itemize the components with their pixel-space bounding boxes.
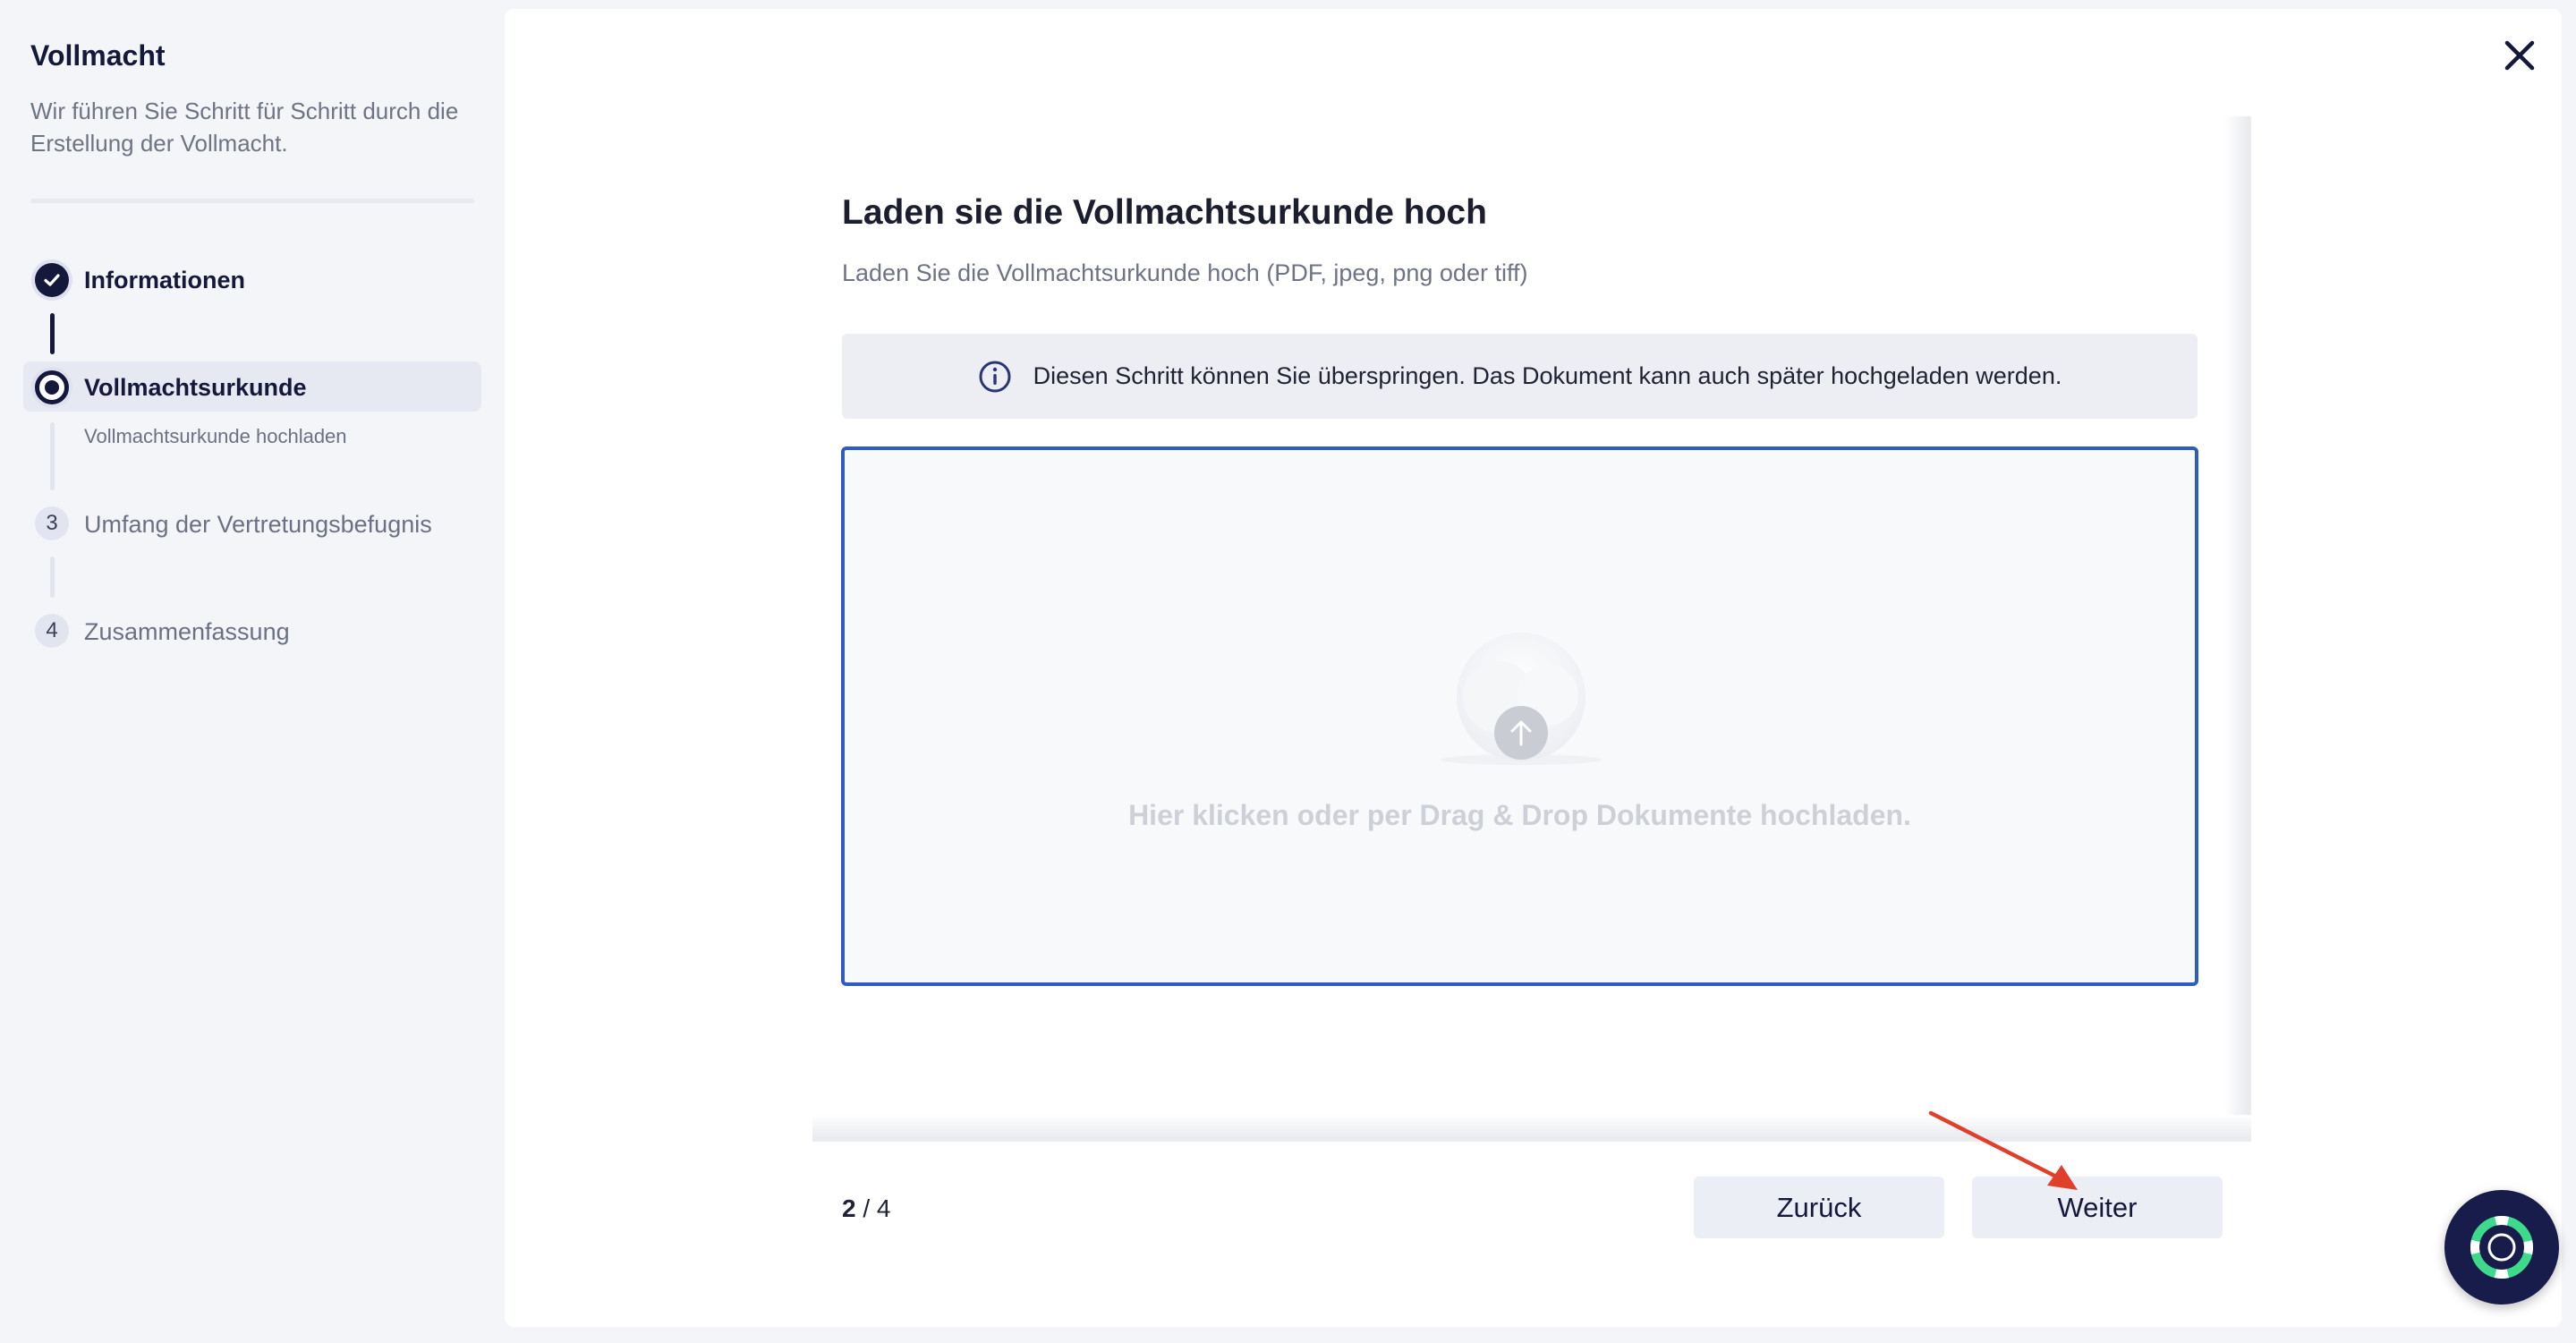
- dropzone-text: Hier klicken oder per Drag & Drop Dokume…: [1128, 799, 1911, 831]
- back-button[interactable]: Zurück: [1694, 1177, 1944, 1238]
- step-done-check-icon: [35, 263, 69, 297]
- step-connector: [50, 422, 55, 490]
- step-current-indicator-icon: [35, 370, 69, 404]
- step-number-badge: 3: [35, 506, 69, 540]
- sidebar-subtitle: Wir führen Sie Schritt für Schritt durch…: [30, 98, 459, 157]
- info-icon: [979, 361, 1011, 392]
- step-connector: [50, 557, 55, 598]
- sidebar-step-umfang[interactable]: Umfang der Vertretungsbefugnis: [84, 511, 432, 539]
- sidebar-title: Vollmacht: [30, 39, 166, 72]
- close-button[interactable]: [2496, 32, 2543, 79]
- cloud-upload-icon: [1441, 633, 1602, 765]
- step-connector: [50, 313, 55, 354]
- page-subtitle: Laden Sie die Vollmachtsurkunde hoch (PD…: [842, 259, 1528, 286]
- info-notice: Diesen Schritt können Sie überspringen. …: [842, 334, 2198, 419]
- annotation-arrow-icon: [1928, 1110, 2078, 1190]
- sidebar-divider: [30, 199, 474, 203]
- step-number-badge: 4: [35, 614, 69, 648]
- pager-total: 4: [876, 1194, 891, 1222]
- sidebar-step-informationen[interactable]: Informationen: [84, 267, 245, 294]
- lifebuoy-icon: [2470, 1216, 2533, 1279]
- file-dropzone[interactable]: Hier klicken oder per Drag & Drop Dokume…: [841, 446, 2198, 986]
- pager-current: 2: [842, 1194, 856, 1222]
- card-edge: [2224, 116, 2251, 1141]
- sidebar-step-vollmachtsurkunde[interactable]: Vollmachtsurkunde: [84, 374, 307, 402]
- step-pager: 2 / 4: [842, 1194, 891, 1222]
- help-button[interactable]: [2444, 1190, 2559, 1305]
- sidebar: Vollmacht Wir führen Sie Schritt für Sch…: [0, 0, 501, 1343]
- close-icon: [2504, 40, 2535, 71]
- info-text: Diesen Schritt können Sie überspringen. …: [1033, 362, 2062, 389]
- page-title: Laden sie die Vollmachtsurkunde hoch: [842, 193, 1487, 232]
- sidebar-step-zusammenfassung[interactable]: Zusammenfassung: [84, 618, 290, 646]
- sidebar-substep-hochladen[interactable]: Vollmachtsurkunde hochladen: [84, 425, 347, 448]
